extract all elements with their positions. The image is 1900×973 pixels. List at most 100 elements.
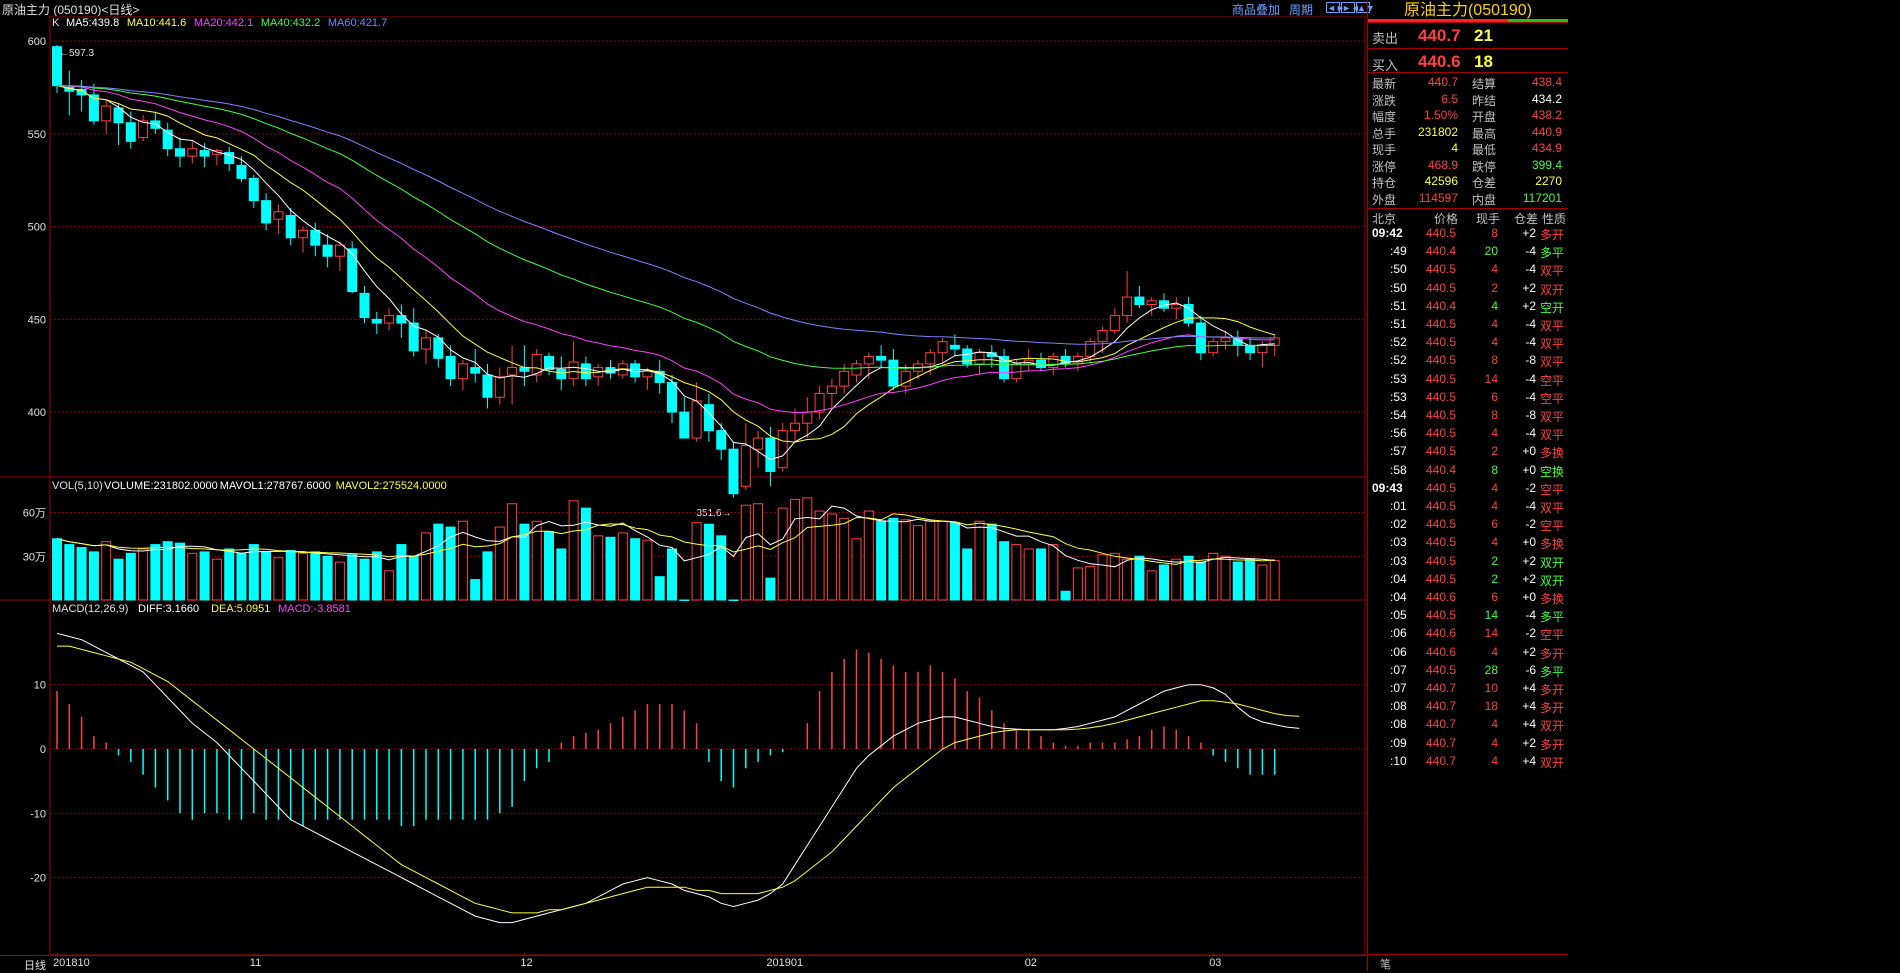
volume-bar bbox=[162, 541, 173, 601]
volume-bar bbox=[52, 538, 62, 601]
tick-row[interactable]: :06 440.6 14 -2 空平 bbox=[1368, 626, 1568, 644]
tick-row[interactable]: :04 440.6 6 +0 多换 bbox=[1368, 590, 1568, 608]
quote-stat-row: 外盘 114597 内盘 117201 bbox=[1368, 191, 1568, 207]
tick-row[interactable]: :03 440.5 4 +0 多换 bbox=[1368, 535, 1568, 553]
tick-nature: 双开 bbox=[1539, 282, 1564, 297]
time-axis-tick bbox=[253, 953, 255, 956]
tick-row[interactable]: :50 440.5 2 +2 双开 bbox=[1368, 281, 1568, 299]
tick-time: :09 bbox=[1390, 735, 1407, 750]
candle bbox=[1146, 297, 1157, 316]
tick-volume: 14 bbox=[1484, 608, 1498, 623]
tick-row[interactable]: :07 440.5 28 -6 多平 bbox=[1368, 663, 1568, 681]
ma-legend-item: MA5:439.8 bbox=[66, 17, 119, 29]
tick-oi-change: -6 bbox=[1525, 662, 1536, 677]
tick-price: 440.5 bbox=[1425, 426, 1456, 441]
stat-value: 468.9 bbox=[1427, 157, 1458, 172]
tick-row[interactable]: :53 440.5 6 -4 空平 bbox=[1368, 390, 1568, 408]
tick-row[interactable]: :08 440.7 18 +4 多开 bbox=[1368, 699, 1568, 717]
candle-body bbox=[199, 150, 210, 157]
volume-bar bbox=[814, 510, 825, 601]
diff-line bbox=[56, 632, 1300, 924]
tick-time: :52 bbox=[1390, 353, 1407, 368]
stat-label: 跌停 bbox=[1472, 159, 1497, 174]
tick-row[interactable]: :54 440.5 8 -8 双平 bbox=[1368, 408, 1568, 426]
stat-value: 1.50% bbox=[1423, 108, 1458, 122]
candle-body bbox=[777, 430, 788, 469]
tick-price: 440.5 bbox=[1425, 444, 1456, 459]
tick-time: 09:43 bbox=[1372, 480, 1403, 495]
tick-price: 440.6 bbox=[1425, 644, 1456, 659]
candle-body bbox=[1134, 296, 1145, 306]
zoom-in-button[interactable]: ►◄ bbox=[1341, 2, 1360, 13]
candle bbox=[851, 360, 862, 383]
tick-row[interactable]: :52 440.5 8 -8 双平 bbox=[1368, 353, 1568, 371]
candle-body bbox=[421, 337, 431, 350]
candle-body bbox=[285, 214, 296, 239]
tick-row[interactable]: :04 440.5 2 +2 双开 bbox=[1368, 572, 1568, 590]
macd-legend-item: MACD:-3.8581 bbox=[278, 603, 351, 615]
tick-price: 440.5 bbox=[1425, 371, 1456, 386]
tick-row[interactable]: :50 440.5 4 -4 双平 bbox=[1368, 262, 1568, 280]
tick-oi-change: -4 bbox=[1525, 426, 1536, 441]
price-tick-label: 450 bbox=[28, 314, 46, 326]
tick-row[interactable]: :09 440.7 4 +2 多开 bbox=[1368, 736, 1568, 754]
volume-bar bbox=[433, 523, 444, 601]
tick-volume: 4 bbox=[1491, 426, 1498, 441]
tick-row[interactable]: :52 440.5 4 -4 双平 bbox=[1368, 335, 1568, 353]
dea-line bbox=[57, 645, 1300, 914]
tick-row[interactable]: :10 440.7 4 +4 双开 bbox=[1368, 754, 1568, 772]
tick-row[interactable]: :07 440.7 10 +4 多开 bbox=[1368, 681, 1568, 699]
stat-value: 440.9 bbox=[1531, 124, 1562, 139]
tick-volume: 4 bbox=[1491, 262, 1498, 277]
candle-body bbox=[1195, 322, 1206, 354]
candle-body bbox=[826, 385, 837, 395]
tick-footer-label[interactable]: 笔 bbox=[1380, 956, 1391, 972]
volume-bar bbox=[839, 517, 850, 601]
tick-row[interactable]: :51 440.4 4 +2 空开 bbox=[1368, 299, 1568, 317]
tick-volume: 8 bbox=[1491, 408, 1498, 422]
tick-row[interactable]: :02 440.5 6 -2 空平 bbox=[1368, 517, 1568, 535]
tick-nature: 空平 bbox=[1539, 482, 1564, 497]
candle bbox=[261, 193, 272, 231]
candle bbox=[654, 360, 665, 394]
tick-row[interactable]: :56 440.5 4 -4 双平 bbox=[1368, 426, 1568, 444]
volume-legend-item: VOLUME:231802.0000 bbox=[104, 480, 218, 492]
volume-bar bbox=[925, 520, 936, 601]
tick-row[interactable]: :53 440.5 14 -4 空平 bbox=[1368, 372, 1568, 390]
tick-row[interactable]: :08 440.7 4 +4 双开 bbox=[1368, 717, 1568, 735]
tick-row[interactable]: :06 440.6 4 +2 多开 bbox=[1368, 645, 1568, 663]
candle bbox=[150, 111, 161, 134]
tick-row[interactable]: :01 440.5 4 -4 双平 bbox=[1368, 499, 1568, 517]
volume-bar bbox=[1023, 548, 1034, 601]
tick-row[interactable]: :03 440.5 2 +2 双开 bbox=[1368, 554, 1568, 572]
volume-bar bbox=[88, 551, 99, 601]
tick-oi-change: -8 bbox=[1525, 408, 1536, 422]
candle-body bbox=[298, 229, 308, 239]
tick-row[interactable]: 09:42 440.5 8 +2 多开 bbox=[1368, 226, 1568, 244]
time-axis-tick bbox=[770, 953, 772, 956]
candle bbox=[888, 349, 899, 390]
kline-chart[interactable]: 400 450 500 550 600 K MA5:439.8 MA10:441.6 MA20:… bbox=[0, 16, 1366, 955]
candle-body bbox=[925, 352, 936, 365]
stat-value: 231802 bbox=[1417, 124, 1458, 139]
tick-row[interactable]: 09:43 440.5 4 -2 空平 bbox=[1368, 481, 1568, 499]
tick-nature: 双平 bbox=[1539, 355, 1564, 370]
tick-row[interactable]: :58 440.4 8 +0 空换 bbox=[1368, 463, 1568, 481]
volume-bar bbox=[1220, 555, 1231, 601]
candle-body bbox=[716, 430, 727, 450]
volume-bar bbox=[175, 542, 185, 601]
tick-row[interactable]: :57 440.5 2 +0 多换 bbox=[1368, 444, 1568, 462]
tick-oi-change: +0 bbox=[1522, 535, 1536, 550]
stat-value: 434.9 bbox=[1531, 141, 1562, 155]
tick-oi-change: +4 bbox=[1522, 699, 1536, 714]
volume-bar bbox=[445, 526, 456, 601]
tick-price: 440.5 bbox=[1425, 226, 1456, 240]
tick-row[interactable]: :51 440.5 4 -4 双平 bbox=[1368, 317, 1568, 335]
candle-body bbox=[1220, 337, 1231, 343]
tick-row[interactable]: :49 440.4 20 -4 多平 bbox=[1368, 244, 1568, 262]
candle bbox=[1109, 308, 1120, 335]
zoom-out-button[interactable]: ◄► bbox=[1326, 2, 1345, 13]
tick-row[interactable]: :05 440.5 14 -4 多平 bbox=[1368, 608, 1568, 626]
tick-time: :04 bbox=[1390, 590, 1407, 604]
volume-bar bbox=[64, 544, 75, 601]
